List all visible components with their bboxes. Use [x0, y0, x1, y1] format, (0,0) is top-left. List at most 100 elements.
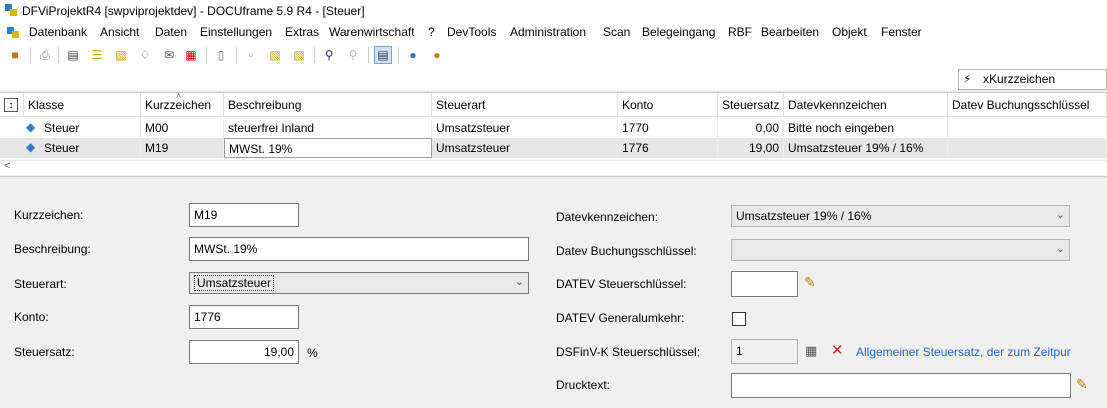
- toolbar-separator: [368, 47, 369, 63]
- column-header-steuersatz[interactable]: Steuersatz: [718, 93, 784, 117]
- steuer-class-icon: ◆: [26, 120, 36, 134]
- cell-kurzzeichen: M00: [141, 118, 224, 138]
- menu-help[interactable]: ?: [428, 25, 435, 39]
- menu-daten[interactable]: Daten: [155, 25, 187, 39]
- mail-icon[interactable]: ✉: [160, 46, 178, 64]
- cell-konto: 1776: [618, 138, 718, 158]
- steuerart-select[interactable]: Umsatzsteuer ⌄: [189, 272, 529, 294]
- cell-steuerart: Umsatzsteuer: [432, 118, 618, 138]
- row-selector-header[interactable]: ↕: [0, 93, 24, 117]
- menu-warenwirtschaft[interactable]: Warenwirtschaft: [329, 25, 415, 39]
- menu-belegeingang[interactable]: Belegeingang: [642, 25, 715, 39]
- menu-devtools[interactable]: DevTools: [447, 25, 496, 39]
- new-record-icon[interactable]: ■: [6, 46, 24, 64]
- title-bar: DFViProjektR4 [swpviprojektdev] - DOCUfr…: [0, 0, 1107, 22]
- window-title: DFViProjektR4 [swpviprojektdev] - DOCUfr…: [22, 4, 365, 18]
- buchungsschluessel-select[interactable]: ⌄: [731, 239, 1070, 261]
- datevkennzeichen-select[interactable]: Umsatzsteuer 19% / 16% ⌄: [731, 205, 1070, 227]
- search-icon[interactable]: ⚲: [320, 46, 338, 64]
- column-header-beschreibung[interactable]: Beschreibung: [224, 93, 432, 117]
- pencil-edit-icon[interactable]: ✎: [804, 275, 816, 289]
- drucktext-field[interactable]: [731, 373, 1071, 398]
- menu-administration[interactable]: Administration: [510, 25, 586, 39]
- app-logo-icon: [5, 4, 17, 16]
- percent-unit: %: [307, 346, 318, 360]
- menu-einstellungen[interactable]: Einstellungen: [200, 25, 272, 39]
- form-view-icon[interactable]: ▤: [374, 46, 392, 64]
- menu-objekt[interactable]: Objekt: [832, 25, 867, 39]
- toolbar-separator: [236, 47, 237, 63]
- user-settings-icon[interactable]: ●: [428, 46, 446, 64]
- sort-ascending-icon: ˄: [176, 91, 182, 101]
- chevron-down-icon: ⌄: [1055, 209, 1065, 221]
- document-icon[interactable]: ▫: [242, 46, 260, 64]
- column-header-klasse[interactable]: Klasse: [24, 93, 141, 117]
- toolbar-separator: [206, 47, 207, 63]
- cell-steuersatz: 19,00: [718, 138, 784, 158]
- menu-logo-icon: [7, 27, 19, 38]
- konto-field[interactable]: 1776: [189, 305, 299, 329]
- konto-label: Konto:: [14, 310, 49, 324]
- beschreibung-field[interactable]: MWSt. 19%: [189, 237, 529, 261]
- search-field[interactable]: ⚡ xKurzzeichen: [958, 69, 1107, 90]
- menu-scan[interactable]: Scan: [603, 25, 630, 39]
- menu-extras[interactable]: Extras: [285, 25, 319, 39]
- datev-steuerschluessel-label: DATEV Steuerschlüssel:: [556, 277, 687, 291]
- tag-icon[interactable]: ♢: [136, 46, 154, 64]
- print-icon[interactable]: ⎙: [36, 46, 54, 64]
- column-header-steuerart[interactable]: Steuerart: [432, 93, 618, 117]
- list-icon[interactable]: ☰: [88, 46, 106, 64]
- data-grid: ↕ Klasse Kurzzeichen ˄ Beschreibung Steu…: [0, 91, 1107, 165]
- table-row[interactable]: ◆ Steuer M00 steuerfrei Inland Umsatzste…: [0, 118, 1107, 138]
- folder-export-icon[interactable]: ▧: [290, 46, 308, 64]
- cell-klasse: Steuer: [40, 138, 141, 158]
- cell-steuersatz: 0,00: [718, 118, 784, 138]
- steuerart-value: Umsatzsteuer: [194, 275, 275, 291]
- cell-buchungsschluessel: [948, 138, 1107, 158]
- toolbar-separator: [30, 47, 31, 63]
- menu-bearbeiten[interactable]: Bearbeiten: [761, 25, 819, 39]
- table-lookup-icon[interactable]: ▦: [805, 344, 817, 357]
- datevkennzeichen-label: Datevkennzeichen:: [556, 210, 659, 224]
- calendar-icon[interactable]: ▦: [182, 46, 200, 64]
- datev-steuerschluessel-field[interactable]: [731, 271, 798, 297]
- datevkennzeichen-value: Umsatzsteuer 19% / 16%: [736, 209, 872, 223]
- steuer-class-icon: ◆: [26, 140, 36, 154]
- dsfinv-field[interactable]: 1: [731, 339, 798, 364]
- column-header-konto[interactable]: Konto: [618, 93, 718, 117]
- cell-klasse: Steuer: [40, 118, 141, 138]
- cell-buchungsschluessel: [948, 118, 1107, 138]
- menu-datenbank[interactable]: Datenbank: [29, 25, 87, 39]
- horizontal-scrollbar[interactable]: <: [0, 160, 1107, 175]
- cell-beschreibung-editing[interactable]: MWSt. 19%: [224, 138, 432, 158]
- column-header-datevkennzeichen[interactable]: Datevkennzeichen: [784, 93, 948, 117]
- column-header-kurzzeichen[interactable]: Kurzzeichen: [141, 93, 224, 117]
- dsfinv-label: DSFinV-K Steuerschlüssel:: [556, 345, 701, 359]
- users-icon[interactable]: ●: [404, 46, 422, 64]
- clear-x-icon[interactable]: ✕: [831, 343, 844, 358]
- beschreibung-label: Beschreibung:: [14, 242, 91, 256]
- phone-icon[interactable]: ▯: [212, 46, 230, 64]
- folder-icon[interactable]: ▧: [112, 46, 130, 64]
- menu-fenster[interactable]: Fenster: [881, 25, 922, 39]
- scroll-left-arrow[interactable]: <: [4, 160, 10, 172]
- kurzzeichen-label: Kurzzeichen:: [14, 208, 84, 222]
- cell-beschreibung: steuerfrei Inland: [224, 118, 432, 138]
- menu-rbf[interactable]: RBF: [728, 25, 752, 39]
- buchungsschluessel-label: Datev Buchungsschlüssel:: [556, 244, 697, 258]
- toolbar-separator: [314, 47, 315, 63]
- kurzzeichen-field[interactable]: M19: [189, 203, 299, 227]
- table-row-selected[interactable]: ◆ Steuer M19 MWSt. 19% Umsatzsteuer 1776…: [0, 138, 1107, 158]
- pencil-edit-icon[interactable]: ✎: [1076, 377, 1088, 391]
- cell-kurzzeichen: M19: [141, 138, 224, 158]
- search-row: ⚡ xKurzzeichen: [0, 68, 1107, 90]
- generalumkehr-checkbox[interactable]: [732, 312, 746, 326]
- toolbar-separator: [398, 47, 399, 63]
- card-icon[interactable]: ▤: [64, 46, 82, 64]
- steuersatz-field[interactable]: 19,00: [189, 340, 299, 364]
- menu-bar: Datenbank Ansicht Daten Einstellungen Ex…: [0, 22, 1107, 42]
- folder-open-icon[interactable]: ▧: [266, 46, 284, 64]
- menu-ansicht[interactable]: Ansicht: [100, 25, 139, 39]
- dsfinv-description-link[interactable]: Allgemeiner Steuersatz, der zum Zeitpur: [856, 345, 1071, 359]
- column-header-datev-buchungsschluessel[interactable]: Datev Buchungsschlüssel: [948, 93, 1107, 117]
